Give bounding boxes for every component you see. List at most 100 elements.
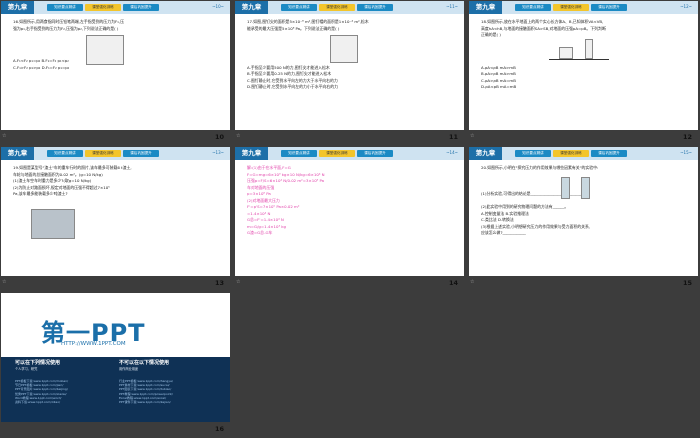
text-line: 解:(1)由于在水平面,F=G bbox=[247, 165, 291, 170]
page-tag: ~12~ bbox=[680, 4, 692, 9]
text-line: 能承受的最大压强是5×10⁶ Pa。下列说法正确的是( ) bbox=[247, 25, 340, 31]
animation-star-icon: ☆ bbox=[2, 279, 7, 285]
slide-number: 14 bbox=[448, 279, 458, 287]
header-tab: 课堂强化训练 bbox=[553, 150, 589, 157]
chapter-badge: 第九章 bbox=[235, 147, 268, 160]
header-tab: 知识要点精讲 bbox=[515, 4, 551, 11]
text-line: F'=p'S=7×10⁵ Pa×0.02 m² bbox=[247, 204, 300, 209]
allowed-use-column: 可以在下列情况使用 个人学习、研究 bbox=[15, 359, 115, 372]
animation-star-icon: ☆ bbox=[236, 133, 241, 139]
page-tag: ~10~ bbox=[212, 4, 224, 9]
slide-number: 12 bbox=[682, 133, 692, 141]
text-line: A.ρA<ρB mA>mB bbox=[481, 64, 516, 70]
slide-thumbnail[interactable]: 第九章 知识要点精讲 课堂强化训练 课后巩固提升 ~13~ 19.如图是某型号"渣土"车的… bbox=[0, 146, 232, 292]
slide-thumbnail[interactable]: 第九章 知识要点精讲 课堂强化训练 课后巩固提升 ~12~ 18.如图所示,放在水平地面上… bbox=[468, 0, 700, 146]
resource-link[interactable]: PPT背景图片:www.1ppt.com/beijing/ bbox=[15, 387, 68, 391]
slide-canvas: 第九章 知识要点精讲 课堂强化训练 课后巩固提升 ~11~ 17.如图,图钉尖的面积是5×… bbox=[235, 1, 464, 130]
slide-body-text: 20.如图所示,小明在"探究压力的作用效果与哪些因素有关"的实验中: (1)分析实… bbox=[481, 165, 689, 237]
header-tab: 知识要点精讲 bbox=[515, 150, 551, 157]
allowed-use-title: 可以在下列情况使用 bbox=[15, 360, 61, 366]
text-line: 19.如图是某型号"渣土"车的重车行时的照片,该车最多可装载6 t渣土, bbox=[13, 165, 132, 170]
animation-star-icon: ☆ bbox=[236, 279, 241, 285]
text-line: 17.如图,图钉尖的面积是5×10⁻⁸ m²,图钉帽的面积是1×10⁻⁴ m²,… bbox=[247, 19, 369, 24]
slide-number: 11 bbox=[448, 133, 458, 141]
brand-url: HTTP://WWW.1PPT.COM bbox=[61, 341, 126, 347]
chapter-badge: 第九章 bbox=[469, 147, 502, 160]
text-line: 16.如图所示,用两食指同时压铅笔两端,左手指受到的压力为F₁,压 bbox=[13, 19, 124, 24]
slide-header: 第九章 知识要点精讲 课堂强化训练 课后巩固提升 ~13~ bbox=[1, 147, 230, 160]
slide-canvas: 第九章 知识要点精讲 课堂强化训练 课后巩固提升 ~14~ 解:(1)由于在水平面,F=G… bbox=[235, 147, 464, 276]
truck-photo bbox=[31, 209, 75, 239]
chapter-badge: 第九章 bbox=[469, 1, 502, 14]
slide-header: 第九章 知识要点精讲 课堂强化训练 课后巩固提升 ~11~ bbox=[235, 1, 464, 14]
slide-sorter-grid: 第九章 知识要点精讲 课堂强化训练 课后巩固提升 ~10~ 16.如图所示,用两食指同时压… bbox=[0, 0, 700, 438]
text-line: =1.4×10⁴ N bbox=[247, 210, 271, 216]
slide-header: 第九章 知识要点精讲 课堂强化训练 课后巩固提升 ~10~ bbox=[1, 1, 230, 14]
header-tab: 课堂强化训练 bbox=[85, 4, 121, 11]
slide-header: 第九章 知识要点精讲 课堂强化训练 课后巩固提升 ~15~ bbox=[469, 147, 698, 160]
resource-link[interactable]: PPT课件下载:www.1ppt.com/kejian/ bbox=[119, 400, 173, 404]
animation-star-icon: ☆ bbox=[470, 133, 475, 139]
forbidden-use-note: 用作商业用途 bbox=[119, 367, 139, 371]
forbidden-use-column: 不可以在以下情况使用 用作商业用途 bbox=[119, 359, 219, 372]
slide-header: 第九章 知识要点精讲 课堂强化训练 课后巩固提升 ~14~ bbox=[235, 147, 464, 160]
slide-number: 16 bbox=[214, 425, 224, 433]
text-line: G总=F'=1.4×10⁴ N bbox=[247, 217, 284, 222]
slide-canvas: 第一PPT HTTP://WWW.1PPT.COM 可以在下列情况使用 个人学习、研究… bbox=[1, 293, 230, 422]
text-line: (2)此实验中用到的研究物理问题的方法有______。 bbox=[481, 204, 569, 209]
text-line: F=G=mg=6×10³ kg×10 N/kg=6×10⁴ N bbox=[247, 171, 325, 177]
text-line: G渣=G总-G车 bbox=[247, 230, 273, 235]
text-line: A.控制变量法 B.实验推理法 bbox=[481, 210, 529, 216]
text-line: D.ρA<ρB mA=mB bbox=[481, 84, 517, 89]
animation-star-icon: ☆ bbox=[2, 133, 7, 139]
slide-thumbnail[interactable]: 第九章 知识要点精讲 课堂强化训练 课后巩固提升 ~14~ 解:(1)由于在水平面,F=G… bbox=[234, 146, 466, 292]
ground-line bbox=[549, 59, 609, 60]
resource-link[interactable]: PPT图表下载:www.1ppt.com/tubiao/ bbox=[119, 387, 173, 391]
header-tab: 课堂强化训练 bbox=[553, 4, 589, 11]
header-tab: 知识要点精讲 bbox=[281, 150, 317, 157]
link-list: PPT模板下载:www.1ppt.com/moban/节日PPT模板:www.1… bbox=[15, 379, 68, 404]
text-line: 应该怎么做?____________ bbox=[481, 230, 526, 235]
slide-thumbnail[interactable]: 第九章 知识要点精讲 课堂强化训练 课后巩固提升 ~15~ 20.如图所示,小明在"探究压… bbox=[468, 146, 700, 292]
chapter-badge: 第九章 bbox=[235, 1, 268, 14]
header-tab: 课后巩固提升 bbox=[123, 150, 159, 157]
text-line: m=G/g=1.4×10³ kg bbox=[247, 223, 287, 229]
text-line: 高度hA<hB,与地面的接触面积SA>SB,对地面的压强pA=pB。下列判断 bbox=[481, 25, 606, 31]
block-a-figure bbox=[559, 47, 573, 59]
resource-link[interactable]: 资料下载:www.1ppt.com/ziliao/ bbox=[15, 400, 68, 404]
header-tab: 课堂强化训练 bbox=[85, 150, 121, 157]
chapter-badge: 第九章 bbox=[1, 147, 34, 160]
pencil-figure bbox=[86, 35, 124, 65]
text-line: C.ρA>ρB mA=mB bbox=[481, 77, 516, 83]
link-list: 行业PPT模板:www.1ppt.com/hangye/PPT素材下载:www.… bbox=[119, 379, 173, 404]
slide-canvas: 第九章 知识要点精讲 课堂强化训练 课后巩固提升 ~12~ 18.如图所示,放在水平地面上… bbox=[469, 1, 698, 130]
text-line: A.手指至少要用500 N的力,图钉尖才能进入松木 bbox=[247, 64, 330, 70]
bottle-figure-1 bbox=[561, 177, 570, 199]
slide-number: 10 bbox=[214, 133, 224, 141]
text-line: 车对地面的压强 bbox=[247, 184, 275, 190]
slide-number: 15 bbox=[682, 279, 692, 287]
bottle-figure-2 bbox=[581, 177, 590, 199]
slide-thumbnail[interactable]: 第九章 知识要点精讲 课堂强化训练 课后巩固提升 ~10~ 16.如图所示,用两食指同时压… bbox=[0, 0, 232, 146]
text-line: 压强p=F/S=6×10⁴ N/0.02 m²=3×10⁶ Pa bbox=[247, 178, 325, 183]
allowed-use-note: 个人学习、研究 bbox=[15, 367, 38, 371]
text-line: D.图钉静止时,它受到水平向左的力小于水平向右的力 bbox=[247, 84, 339, 89]
text-line: 20.如图所示,小明在"探究压力的作用效果与哪些因素有关"的实验中: bbox=[481, 165, 599, 170]
text-line: 18.如图所示,放在水平地面上的两个实心长方体A、B,已知体积VA<VB, bbox=[481, 19, 604, 24]
forbidden-use-title: 不可以在以下情况使用 bbox=[119, 360, 170, 366]
text-line: 正确的是( ) bbox=[481, 32, 501, 37]
chapter-badge: 第九章 bbox=[1, 1, 34, 14]
slide-thumbnail[interactable]: 第一PPT HTTP://WWW.1PPT.COM 可以在下列情况使用 个人学习、研究… bbox=[0, 292, 232, 438]
text-line: B.手指至少要用0.25 N的力,图钉尖才能进入松木 bbox=[247, 71, 332, 76]
page-tag: ~11~ bbox=[446, 4, 458, 9]
header-tab: 课后巩固提升 bbox=[357, 4, 393, 11]
text-line: (2)对地面最大压力 bbox=[247, 197, 280, 203]
slide-thumbnail[interactable]: 第九章 知识要点精讲 课堂强化训练 课后巩固提升 ~11~ 17.如图,图钉尖的面积是5×… bbox=[234, 0, 466, 146]
text-line: C.类比法 D.转换法 bbox=[481, 217, 514, 222]
slide-number: 13 bbox=[214, 279, 224, 287]
header-tab: 知识要点精讲 bbox=[281, 4, 317, 11]
thumbtack-figure bbox=[330, 35, 358, 63]
page-tag: ~15~ bbox=[680, 150, 692, 155]
slide-canvas: 第九章 知识要点精讲 课堂强化训练 课后巩固提升 ~15~ 20.如图所示,小明在"探究压… bbox=[469, 147, 698, 276]
header-tab: 课后巩固提升 bbox=[357, 150, 393, 157]
